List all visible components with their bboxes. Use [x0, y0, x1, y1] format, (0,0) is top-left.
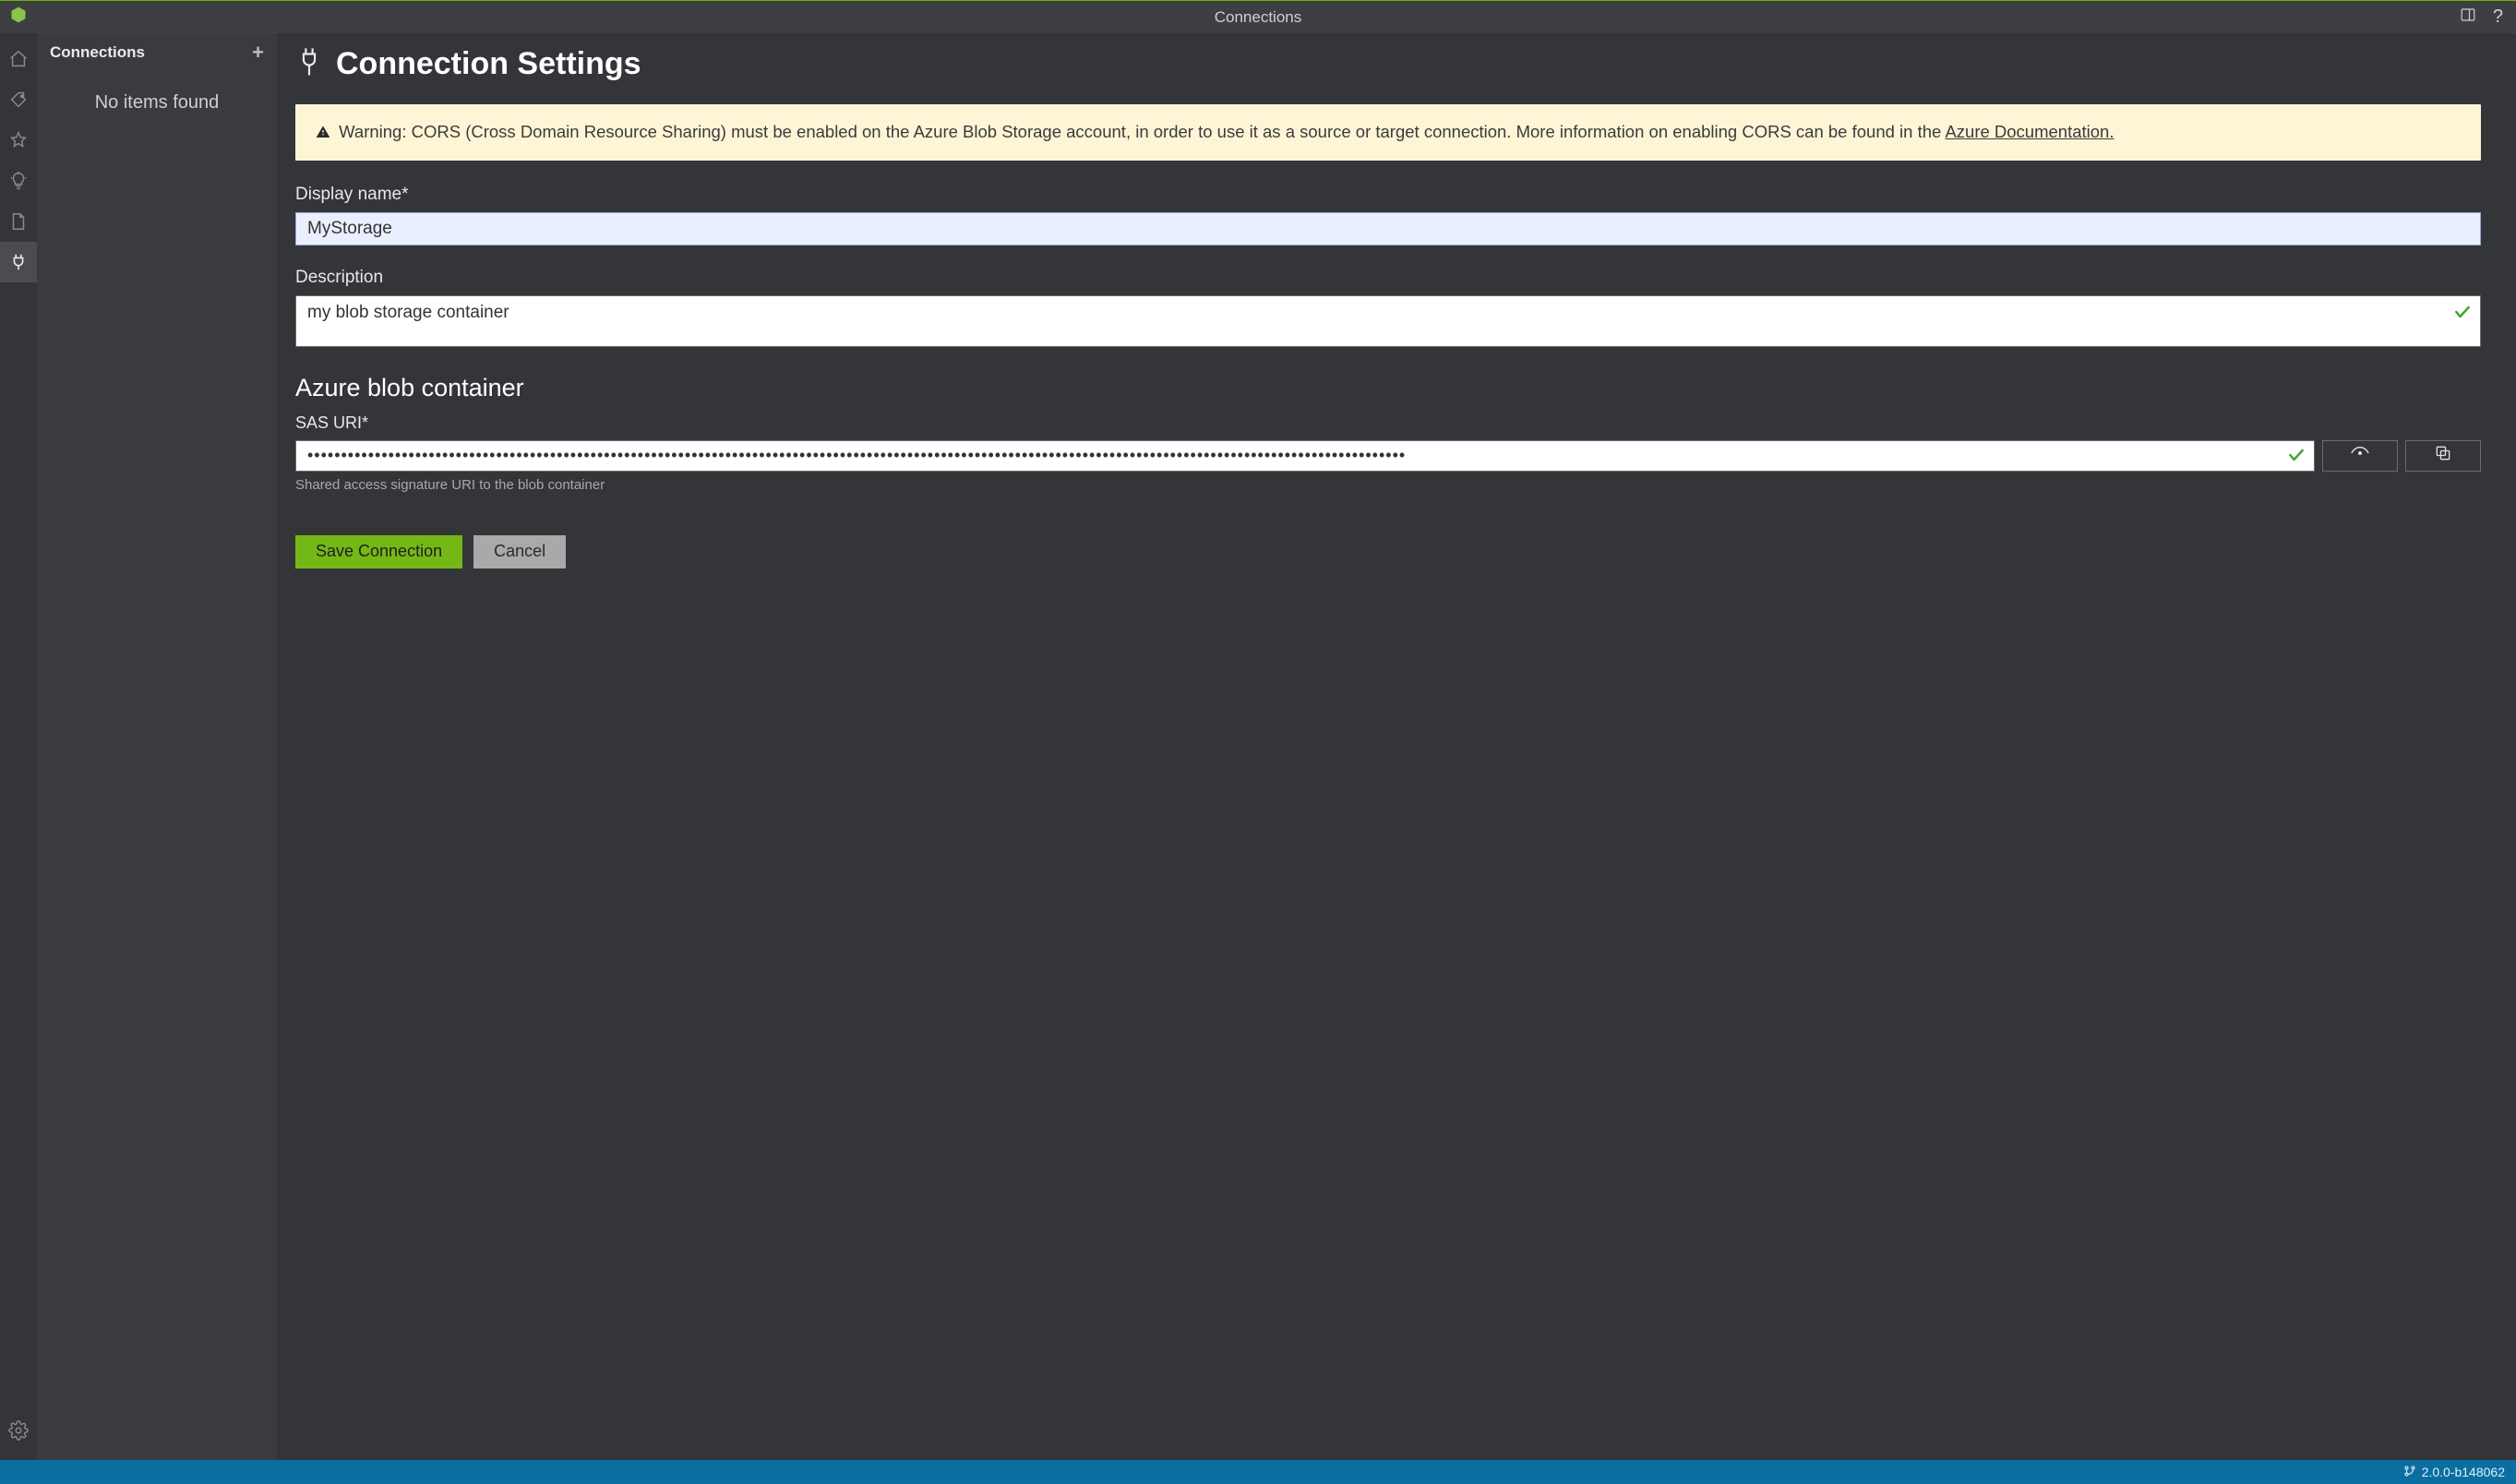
rail-home-icon[interactable]: [0, 39, 37, 79]
warning-icon: [316, 122, 335, 141]
help-icon[interactable]: ?: [2493, 6, 2503, 28]
rail-bulb-icon[interactable]: [0, 161, 37, 201]
description-input[interactable]: [295, 295, 2481, 347]
form-actions: Save Connection Cancel: [295, 535, 2481, 568]
window-title: Connections: [0, 8, 2516, 27]
check-icon: [2287, 446, 2306, 469]
panel-toggle-icon[interactable]: [2460, 6, 2476, 28]
sas-field: SAS URI* S: [295, 413, 2481, 493]
sas-hint: Shared access signature URI to the blob …: [295, 477, 2481, 493]
rail-plug-icon[interactable]: [0, 242, 37, 282]
cors-warning: Warning: CORS (Cross Domain Resource Sha…: [295, 104, 2481, 161]
copy-button[interactable]: [2405, 440, 2481, 472]
description-label: Description: [295, 268, 2481, 288]
main-content: Connection Settings Warning: CORS (Cross…: [277, 33, 2516, 1460]
statusbar: 2.0.0-b148062: [0, 1460, 2516, 1484]
sidebar-header: Connections +: [37, 33, 277, 68]
cancel-button[interactable]: Cancel: [473, 535, 566, 568]
display-name-input[interactable]: [295, 212, 2481, 245]
eye-icon: [2350, 443, 2370, 468]
nav-rail: [0, 33, 37, 1460]
rail-document-icon[interactable]: [0, 201, 37, 242]
provider-section-title: Azure blob container: [295, 374, 2481, 402]
display-name-field: Display name*: [295, 185, 2481, 245]
sidebar-title: Connections: [50, 43, 145, 62]
check-icon: [2453, 303, 2472, 326]
display-name-label: Display name*: [295, 185, 2481, 205]
add-connection-button[interactable]: +: [252, 42, 264, 63]
rail-settings-icon[interactable]: [0, 1410, 37, 1451]
version-indicator[interactable]: 2.0.0-b148062: [2403, 1465, 2505, 1480]
version-text: 2.0.0-b148062: [2422, 1465, 2505, 1479]
titlebar: Connections ?: [0, 0, 2516, 33]
sidebar-empty-message: No items found: [37, 92, 277, 114]
plug-icon: [295, 46, 323, 82]
rail-star-icon[interactable]: [0, 120, 37, 161]
app-logo-icon: [9, 6, 28, 29]
sas-uri-input[interactable]: [295, 440, 2315, 472]
rail-tag-icon[interactable]: [0, 79, 37, 120]
description-field: Description: [295, 268, 2481, 352]
warning-text: Warning: CORS (Cross Domain Resource Sha…: [339, 122, 1945, 141]
sas-label: SAS URI*: [295, 413, 2481, 433]
sidebar: Connections + No items found: [37, 33, 277, 1460]
warning-link[interactable]: Azure Documentation.: [1945, 122, 2114, 141]
copy-icon: [2434, 444, 2452, 467]
branch-icon: [2403, 1465, 2416, 1480]
reveal-button[interactable]: [2322, 440, 2398, 472]
save-connection-button[interactable]: Save Connection: [295, 535, 462, 568]
page-title: Connection Settings: [336, 46, 641, 82]
